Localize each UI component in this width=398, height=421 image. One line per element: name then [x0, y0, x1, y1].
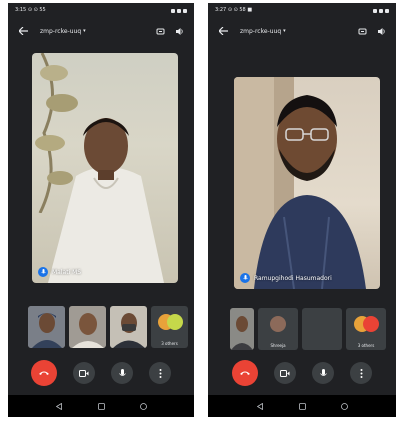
main-participant-label: Malati MS: [38, 267, 81, 277]
thumbnail-tile[interactable]: Shreeja: [258, 308, 298, 350]
call-controls: [8, 360, 194, 386]
meeting-top-bar: zmp-rcke-uuq ▾: [8, 23, 194, 39]
status-bar: 3:27 ⊙ ⊙ 58 ■: [208, 3, 396, 18]
battery-icon: [183, 8, 187, 13]
microphone-icon: [38, 267, 48, 277]
meeting-code-selector[interactable]: zmp-rcke-uuq ▾: [240, 28, 286, 35]
nav-recents-icon[interactable]: [340, 402, 348, 410]
camera-toggle-button[interactable]: [73, 362, 95, 384]
back-arrow-icon[interactable]: [18, 26, 28, 36]
microphone-icon: [319, 368, 327, 376]
thumbnail-tile[interactable]: [69, 306, 106, 348]
back-arrow-icon[interactable]: [218, 26, 228, 36]
status-bar: 3:15 ⊙ ⊙ 55: [8, 3, 194, 18]
more-vertical-icon: [360, 368, 362, 378]
participant-name: Malati MS: [52, 268, 82, 276]
microphone-icon: [118, 368, 126, 376]
thumbnail-tile-others[interactable]: 3 others: [151, 306, 188, 348]
participant-video-woman: [230, 308, 254, 350]
meeting-code: zmp-rcke-uuq: [240, 27, 282, 35]
video-camera-icon: [280, 369, 290, 377]
switch-camera-icon[interactable]: [358, 27, 367, 36]
status-time: 3:27 ⊙ ⊙ 58 ■: [215, 7, 253, 13]
nav-recents-icon[interactable]: [139, 402, 147, 410]
top-actions: [156, 27, 184, 36]
end-call-button[interactable]: [232, 360, 258, 386]
phone-hangup-icon: [39, 371, 49, 375]
battery-icon: [385, 8, 389, 13]
thumbnail-tile[interactable]: [302, 308, 342, 350]
thumbnail-tile[interactable]: [230, 308, 254, 350]
mic-toggle-button[interactable]: [111, 362, 133, 384]
participant-video-man-mask: [110, 306, 147, 348]
end-call-button[interactable]: [31, 360, 57, 386]
more-options-button[interactable]: [350, 362, 372, 384]
participant-video-man-cap: [28, 306, 65, 348]
main-video-tile: Ramupgihodi Hasumadori: [234, 77, 380, 289]
status-icons: [373, 8, 389, 13]
avatar: [166, 314, 183, 330]
meeting-code-selector[interactable]: zmp-rcke-uuq ▾: [40, 28, 86, 35]
mic-toggle-button[interactable]: [312, 362, 334, 384]
status-time: 3:15 ⊙ ⊙ 55: [15, 7, 46, 13]
participant-video-man-glasses: [234, 77, 366, 289]
avatar: [270, 316, 286, 332]
main-participant-label: Ramupgihodi Hasumadori: [240, 273, 332, 283]
nav-back-icon[interactable]: [55, 402, 63, 410]
participant-video-man-bald: [69, 306, 106, 348]
meeting-code: zmp-rcke-uuq: [40, 27, 82, 35]
meeting-top-bar: zmp-rcke-uuq ▾: [208, 23, 396, 39]
nav-home-icon[interactable]: [298, 402, 306, 410]
comparison-canvas: 3:15 ⊙ ⊙ 55 zmp-rcke-uuq ▾ Malati MS 3 o…: [0, 0, 398, 421]
phone-hangup-icon: [240, 371, 250, 375]
wifi-icon: [177, 8, 181, 13]
nav-home-icon[interactable]: [97, 402, 105, 410]
thumbnail-caption: Shreeja: [270, 343, 286, 348]
participant-name: Ramupgihodi Hasumadori: [254, 274, 332, 282]
camera-toggle-button[interactable]: [274, 362, 296, 384]
chevron-down-icon: ▾: [83, 28, 86, 34]
avatar: [363, 316, 379, 332]
participant-thumbnails: 3 others: [28, 306, 188, 348]
system-nav-bar: [8, 395, 194, 417]
wifi-icon: [379, 8, 383, 13]
phone-screen-right: 3:27 ⊙ ⊙ 58 ■ zmp-rcke-uuq ▾ Ramupgihodi…: [208, 3, 396, 417]
signal-icon: [171, 8, 175, 13]
speaker-icon[interactable]: [377, 27, 386, 36]
more-vertical-icon: [159, 368, 161, 378]
nav-back-icon[interactable]: [256, 402, 264, 410]
video-camera-icon: [79, 369, 89, 377]
chevron-down-icon: ▾: [283, 28, 286, 34]
participant-thumbnails: Shreeja 3 others: [230, 308, 390, 350]
system-nav-bar: [208, 395, 396, 417]
status-icons: [171, 8, 187, 13]
thumbnail-tile[interactable]: [28, 306, 65, 348]
signal-icon: [373, 8, 377, 13]
call-controls: [208, 360, 396, 386]
speaker-icon[interactable]: [175, 27, 184, 36]
phone-screen-left: 3:15 ⊙ ⊙ 55 zmp-rcke-uuq ▾ Malati MS 3 o…: [8, 3, 194, 417]
more-options-button[interactable]: [149, 362, 171, 384]
participant-video-woman: [48, 118, 164, 283]
switch-camera-icon[interactable]: [156, 27, 165, 36]
thumbnail-caption: 3 others: [357, 343, 375, 348]
main-video-tile: Malati MS: [32, 53, 178, 283]
microphone-icon: [240, 273, 250, 283]
top-actions: [358, 27, 386, 36]
thumbnail-caption: 3 others: [161, 341, 178, 346]
thumbnail-tile-others[interactable]: 3 others: [346, 308, 386, 350]
thumbnail-tile[interactable]: [110, 306, 147, 348]
